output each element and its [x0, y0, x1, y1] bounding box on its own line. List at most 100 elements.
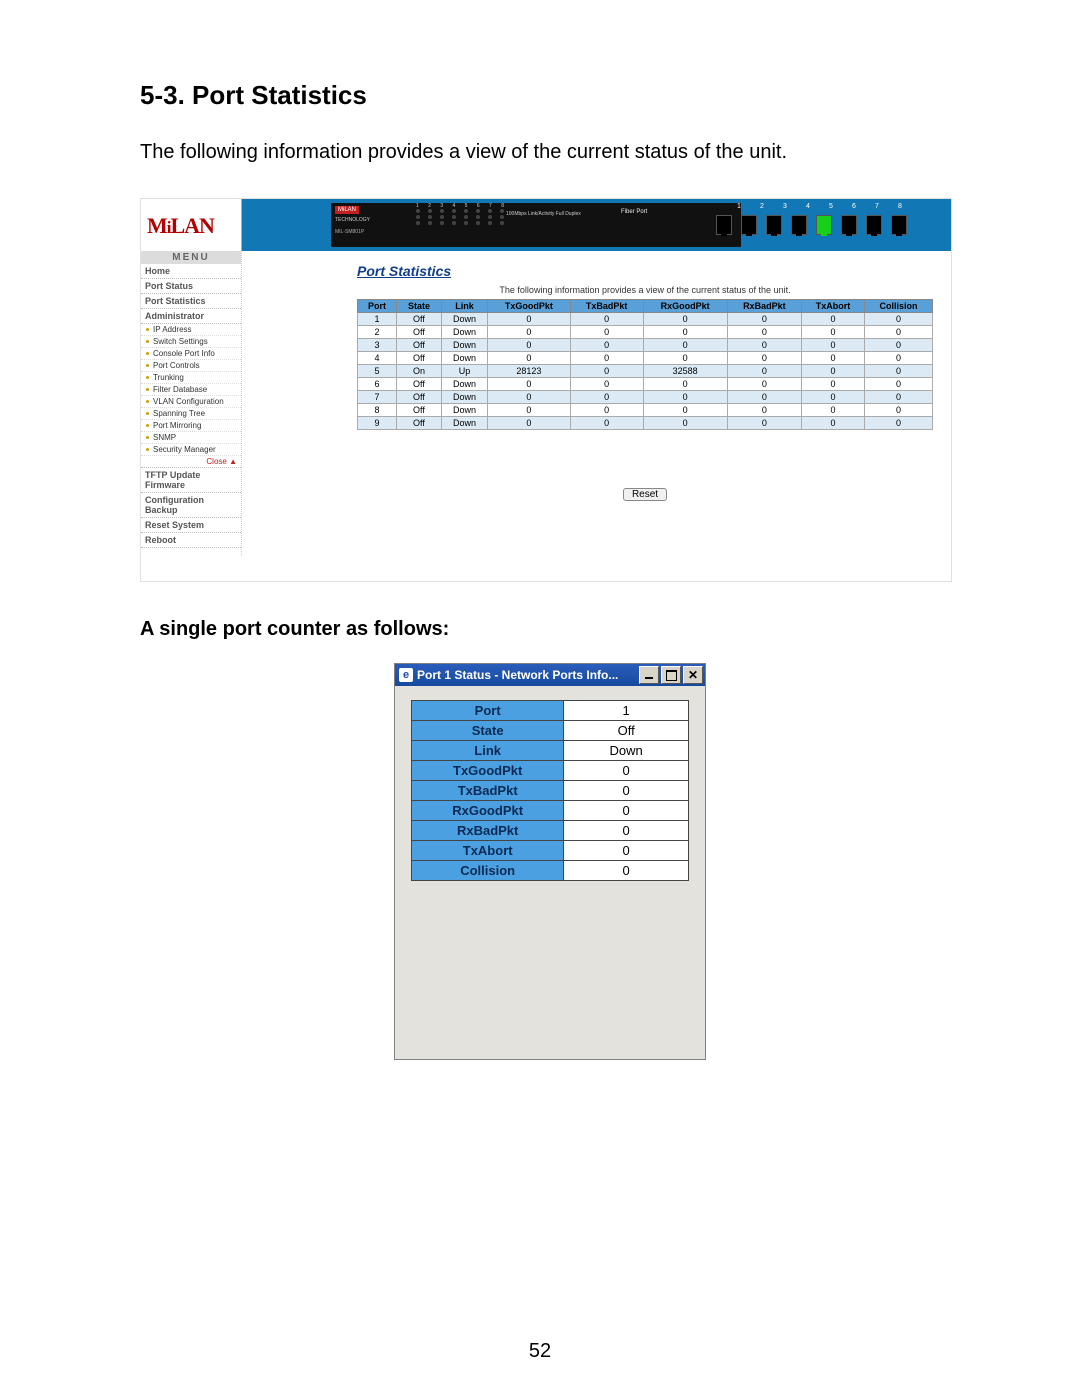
table-row[interactable]: 1OffDown000000	[358, 313, 933, 326]
rj45-port[interactable]	[741, 215, 757, 235]
cell: Off	[397, 326, 442, 339]
cell: Down	[441, 391, 487, 404]
cell: 0	[570, 326, 643, 339]
cell: 0	[802, 313, 865, 326]
detail-value: 1	[564, 701, 689, 721]
sidebar-sub-item[interactable]: Security Manager	[141, 444, 241, 456]
cell: 0	[802, 417, 865, 430]
close-button[interactable]: ✕	[683, 666, 703, 684]
cell: 32588	[643, 365, 727, 378]
cell: 0	[643, 391, 727, 404]
cell: 0	[802, 391, 865, 404]
sidebar-item[interactable]: Reset System	[141, 518, 241, 533]
table-row[interactable]: 7OffDown000000	[358, 391, 933, 404]
section-intro: The following information provides a vie…	[140, 139, 960, 166]
sidebar-sub-item[interactable]: Port Controls	[141, 360, 241, 372]
banner: MiLAN MiLAN TECHNOLOGY MIL-SM801P 1 2 3 …	[141, 199, 951, 251]
cell: 0	[864, 339, 932, 352]
sub-heading: A single port counter as follows:	[140, 618, 960, 641]
rj45-port[interactable]	[716, 215, 732, 235]
sidebar-sub-item[interactable]: Filter Database	[141, 384, 241, 396]
cell: 5	[358, 365, 397, 378]
cell: Down	[441, 378, 487, 391]
maximize-button[interactable]	[661, 666, 681, 684]
rj45-port[interactable]	[791, 215, 807, 235]
menu-header: MENU	[141, 251, 241, 264]
milan-logo: MiLAN	[147, 213, 214, 239]
port-number: 5	[824, 203, 838, 210]
sidebar-sub-item[interactable]: Spanning Tree	[141, 408, 241, 420]
cell: Down	[441, 313, 487, 326]
sidebar-item[interactable]: Administrator	[141, 309, 241, 324]
sidebar-item[interactable]: Port Status	[141, 279, 241, 294]
cell: Off	[397, 313, 442, 326]
cell: 0	[643, 404, 727, 417]
cell: 0	[570, 339, 643, 352]
port-number: 8	[893, 203, 907, 210]
sidebar-item[interactable]: Configuration Backup	[141, 493, 241, 518]
col-header: State	[397, 300, 442, 313]
cell: 4	[358, 352, 397, 365]
admin-screenshot: MiLAN MiLAN TECHNOLOGY MIL-SM801P 1 2 3 …	[140, 198, 952, 582]
sidebar-sub-item[interactable]: IP Address	[141, 324, 241, 336]
window-titlebar: e Port 1 Status - Network Ports Info... …	[395, 664, 705, 686]
cell: 2	[358, 326, 397, 339]
cell: 28123	[488, 365, 570, 378]
rj45-port[interactable]	[816, 215, 832, 235]
cell: 0	[488, 352, 570, 365]
col-header: Collision	[864, 300, 932, 313]
cell: 0	[488, 378, 570, 391]
table-row[interactable]: 3OffDown000000	[358, 339, 933, 352]
cell: 0	[643, 326, 727, 339]
cell: 0	[643, 378, 727, 391]
cell: 0	[864, 352, 932, 365]
reset-button[interactable]: Reset	[623, 488, 667, 501]
detail-row: LinkDown	[412, 741, 689, 761]
fiber-port-label: Fiber Port	[621, 209, 647, 215]
col-header: Port	[358, 300, 397, 313]
detail-label: Collision	[412, 861, 564, 881]
switch-model: MIL-SM801P	[335, 229, 364, 235]
table-row[interactable]: 6OffDown000000	[358, 378, 933, 391]
table-row[interactable]: 9OffDown000000	[358, 417, 933, 430]
sidebar-sub-item[interactable]: Port Mirroring	[141, 420, 241, 432]
sidebar-sub-item[interactable]: Trunking	[141, 372, 241, 384]
cell: 0	[570, 365, 643, 378]
minimize-button[interactable]	[639, 666, 659, 684]
menu-close[interactable]: Close ▲	[141, 456, 241, 468]
sidebar-sub-item[interactable]: Console Port Info	[141, 348, 241, 360]
sidebar-sub-item[interactable]: SNMP	[141, 432, 241, 444]
rj45-port-numbers: 12345678	[732, 203, 907, 210]
rj45-port[interactable]	[841, 215, 857, 235]
cell: 9	[358, 417, 397, 430]
table-row[interactable]: 5OnUp28123032588000	[358, 365, 933, 378]
cell: 0	[488, 326, 570, 339]
cell: Off	[397, 352, 442, 365]
sidebar-item[interactable]: TFTP Update Firmware	[141, 468, 241, 493]
rj45-port[interactable]	[891, 215, 907, 235]
col-header: TxGoodPkt	[488, 300, 570, 313]
sidebar-item[interactable]: Port Statistics	[141, 294, 241, 309]
sidebar-sub-item[interactable]: VLAN Configuration	[141, 396, 241, 408]
detail-row: TxBadPkt0	[412, 781, 689, 801]
cell: 0	[802, 326, 865, 339]
table-row[interactable]: 8OffDown000000	[358, 404, 933, 417]
cell: 0	[727, 326, 802, 339]
sidebar-sub-item[interactable]: Switch Settings	[141, 336, 241, 348]
cell: 0	[488, 313, 570, 326]
cell: 0	[488, 391, 570, 404]
table-row[interactable]: 2OffDown000000	[358, 326, 933, 339]
col-header: RxGoodPkt	[643, 300, 727, 313]
rj45-ports	[716, 215, 907, 235]
switch-brand-sub: TECHNOLOGY	[335, 217, 370, 223]
cell: Down	[441, 417, 487, 430]
detail-row: StateOff	[412, 721, 689, 741]
sidebar-item[interactable]: Reboot	[141, 533, 241, 548]
sidebar-item[interactable]: Home	[141, 264, 241, 279]
window-title: Port 1 Status - Network Ports Info...	[417, 668, 618, 682]
rj45-port[interactable]	[866, 215, 882, 235]
detail-label: TxGoodPkt	[412, 761, 564, 781]
table-row[interactable]: 4OffDown000000	[358, 352, 933, 365]
rj45-port[interactable]	[766, 215, 782, 235]
content-panel: Port Statistics The following informatio…	[242, 251, 951, 581]
